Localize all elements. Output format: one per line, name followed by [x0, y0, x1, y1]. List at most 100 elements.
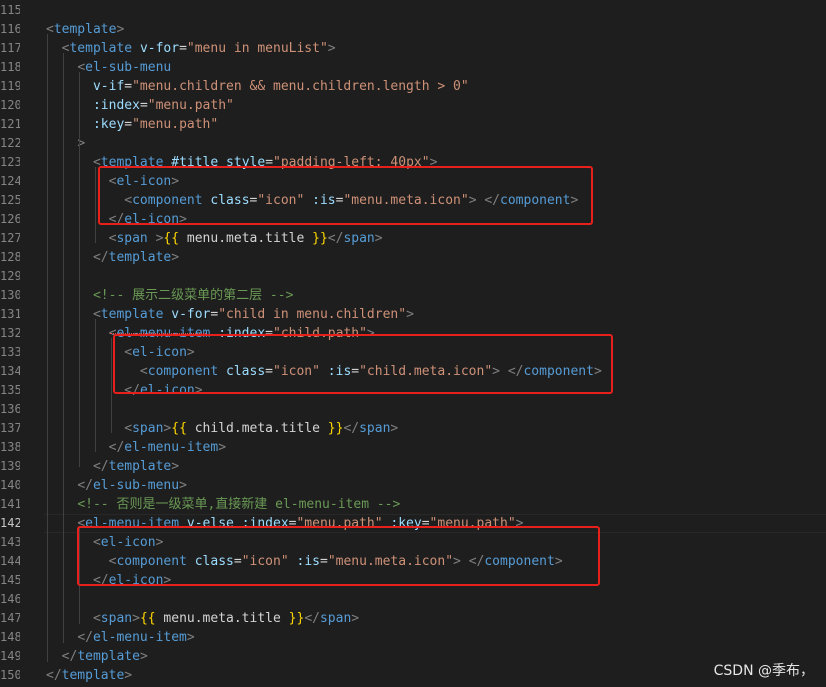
code-line[interactable]: 148 </el-menu-item>	[0, 628, 826, 647]
code-line[interactable]: 119 v-if="menu.children && menu.children…	[0, 77, 826, 96]
token-bracket: </	[327, 231, 344, 246]
line-number: 150	[0, 668, 20, 682]
line-code: <el-icon>	[46, 172, 179, 191]
code-line[interactable]: 140 </el-sub-menu>	[0, 476, 826, 495]
code-line[interactable]: 149 </template>	[0, 647, 826, 666]
token-bracket: >	[186, 630, 195, 645]
line-code: <span>{{ menu.meta.title }}</span>	[46, 609, 359, 628]
code-line[interactable]: 133 <el-icon>	[0, 343, 826, 362]
code-line[interactable]: 126 </el-icon>	[0, 210, 826, 229]
code-line[interactable]: 134 <component class="icon" :is="child.m…	[0, 362, 826, 381]
code-line[interactable]: 139 </template>	[0, 457, 826, 476]
token-tag: component	[523, 364, 594, 379]
code-line[interactable]: 123 <template #title style="padding-left…	[0, 153, 826, 172]
token-comment: <!-- 否则是一级菜单,直接新建 el-menu-item -->	[77, 497, 401, 512]
token-tag: template	[108, 459, 172, 474]
token-str: "menu.path"	[296, 516, 383, 531]
token-attr: :key	[390, 516, 422, 531]
token-tag: span	[116, 231, 148, 246]
indent-guide	[95, 319, 96, 452]
line-code: <el-icon>	[46, 343, 194, 362]
code-line[interactable]: 130 <!-- 展示二级菜单的第二层 -->	[0, 286, 826, 305]
token-attr: :is	[327, 364, 352, 379]
token-tag: template	[69, 41, 133, 56]
indent-guide	[63, 53, 64, 643]
token-bracket: </	[46, 668, 62, 683]
token-str: "padding-left: 40px"	[273, 155, 430, 170]
code-line[interactable]: 124 <el-icon>	[0, 172, 826, 191]
token-bracket: >	[194, 383, 203, 398]
code-line[interactable]: 145 </el-icon>	[0, 571, 826, 590]
code-line[interactable]: 129	[0, 267, 826, 286]
token-bracket: </	[124, 383, 140, 398]
line-code: <!-- 否则是一级菜单,直接新建 el-menu-item -->	[46, 495, 400, 514]
code-editor[interactable]: 115 116 <template> 117 <template v-for="men…	[0, 0, 826, 687]
token-mustache: {{	[171, 421, 187, 436]
token-tag: el-icon	[108, 573, 164, 588]
token-tag: el-menu-item	[85, 516, 180, 531]
code-line[interactable]: 121 :key="menu.path"	[0, 115, 826, 134]
token-str: "menu.path"	[132, 117, 219, 132]
token-plain: child.meta.title	[186, 421, 328, 436]
token-bracket: </	[343, 421, 360, 436]
code-line[interactable]: 131 <template v-for="child in menu.child…	[0, 305, 826, 324]
code-line[interactable]: 141 <!-- 否则是一级菜单,直接新建 el-menu-item -->	[0, 495, 826, 514]
line-code: :key="menu.path"	[46, 115, 218, 134]
token-bracket: >	[179, 478, 187, 493]
code-line[interactable]: 146	[0, 590, 826, 609]
code-line[interactable]: 125 <component class="icon" :is="menu.me…	[0, 191, 826, 210]
code-line[interactable]: 116 <template>	[0, 20, 826, 39]
code-line[interactable]: 150 </template>	[0, 666, 826, 685]
code-line[interactable]: 142 <el-menu-item v-else :index="menu.pa…	[0, 514, 826, 533]
code-line[interactable]: 143 <el-icon>	[0, 533, 826, 552]
code-line[interactable]: 138 </el-menu-item>	[0, 438, 826, 457]
code-line[interactable]: 136	[0, 400, 826, 419]
token-mustache: }}	[312, 231, 328, 246]
line-number: 134	[0, 364, 20, 378]
line-code: <span >{{ menu.meta.title }}</span>	[46, 229, 383, 248]
token-bracket: >	[593, 364, 602, 379]
line-code: <span>{{ child.meta.title }}</span>	[46, 419, 398, 438]
token-attr: v-for	[139, 41, 180, 56]
indent-guide	[95, 167, 96, 243]
code-line[interactable]: 122 >	[0, 134, 826, 153]
token-tag: span	[359, 421, 391, 436]
code-line[interactable]: 128 </template>	[0, 248, 826, 267]
code-line[interactable]: 118 <el-sub-menu	[0, 58, 826, 77]
line-code: <template v-for="child in menu.children"…	[46, 305, 414, 324]
token-tag: el-icon	[139, 383, 195, 398]
line-code: <el-sub-menu	[46, 58, 171, 77]
line-number: 135	[0, 383, 20, 397]
line-number: 125	[0, 193, 20, 207]
line-number: 126	[0, 212, 20, 226]
line-number: 131	[0, 307, 20, 321]
line-number: 123	[0, 155, 20, 169]
code-line[interactable]: 144 <component class="icon" :is="menu.me…	[0, 552, 826, 571]
line-number: 140	[0, 478, 20, 492]
code-line[interactable]: 127 <span >{{ menu.meta.title }}</span>	[0, 229, 826, 248]
code-line[interactable]: 137 <span>{{ child.meta.title }}</span>	[0, 419, 826, 438]
line-code: <!-- 展示二级菜单的第二层 -->	[46, 286, 293, 305]
code-line[interactable]: 120 :index="menu.path"	[0, 96, 826, 115]
line-code: </el-menu-item>	[46, 628, 195, 647]
code-line[interactable]: 117 <template v-for="menu in menuList">	[0, 39, 826, 58]
token-bracket: >	[390, 421, 399, 436]
code-line[interactable]: 135 </el-icon>	[0, 381, 826, 400]
token-tag: template	[100, 307, 164, 322]
code-line[interactable]: 147 <span>{{ menu.meta.title }}</span>	[0, 609, 826, 628]
line-number: 145	[0, 573, 20, 587]
code-line[interactable]: 115	[0, 1, 826, 20]
token-bracket: </	[108, 440, 125, 455]
token-bracket: >	[406, 307, 414, 322]
